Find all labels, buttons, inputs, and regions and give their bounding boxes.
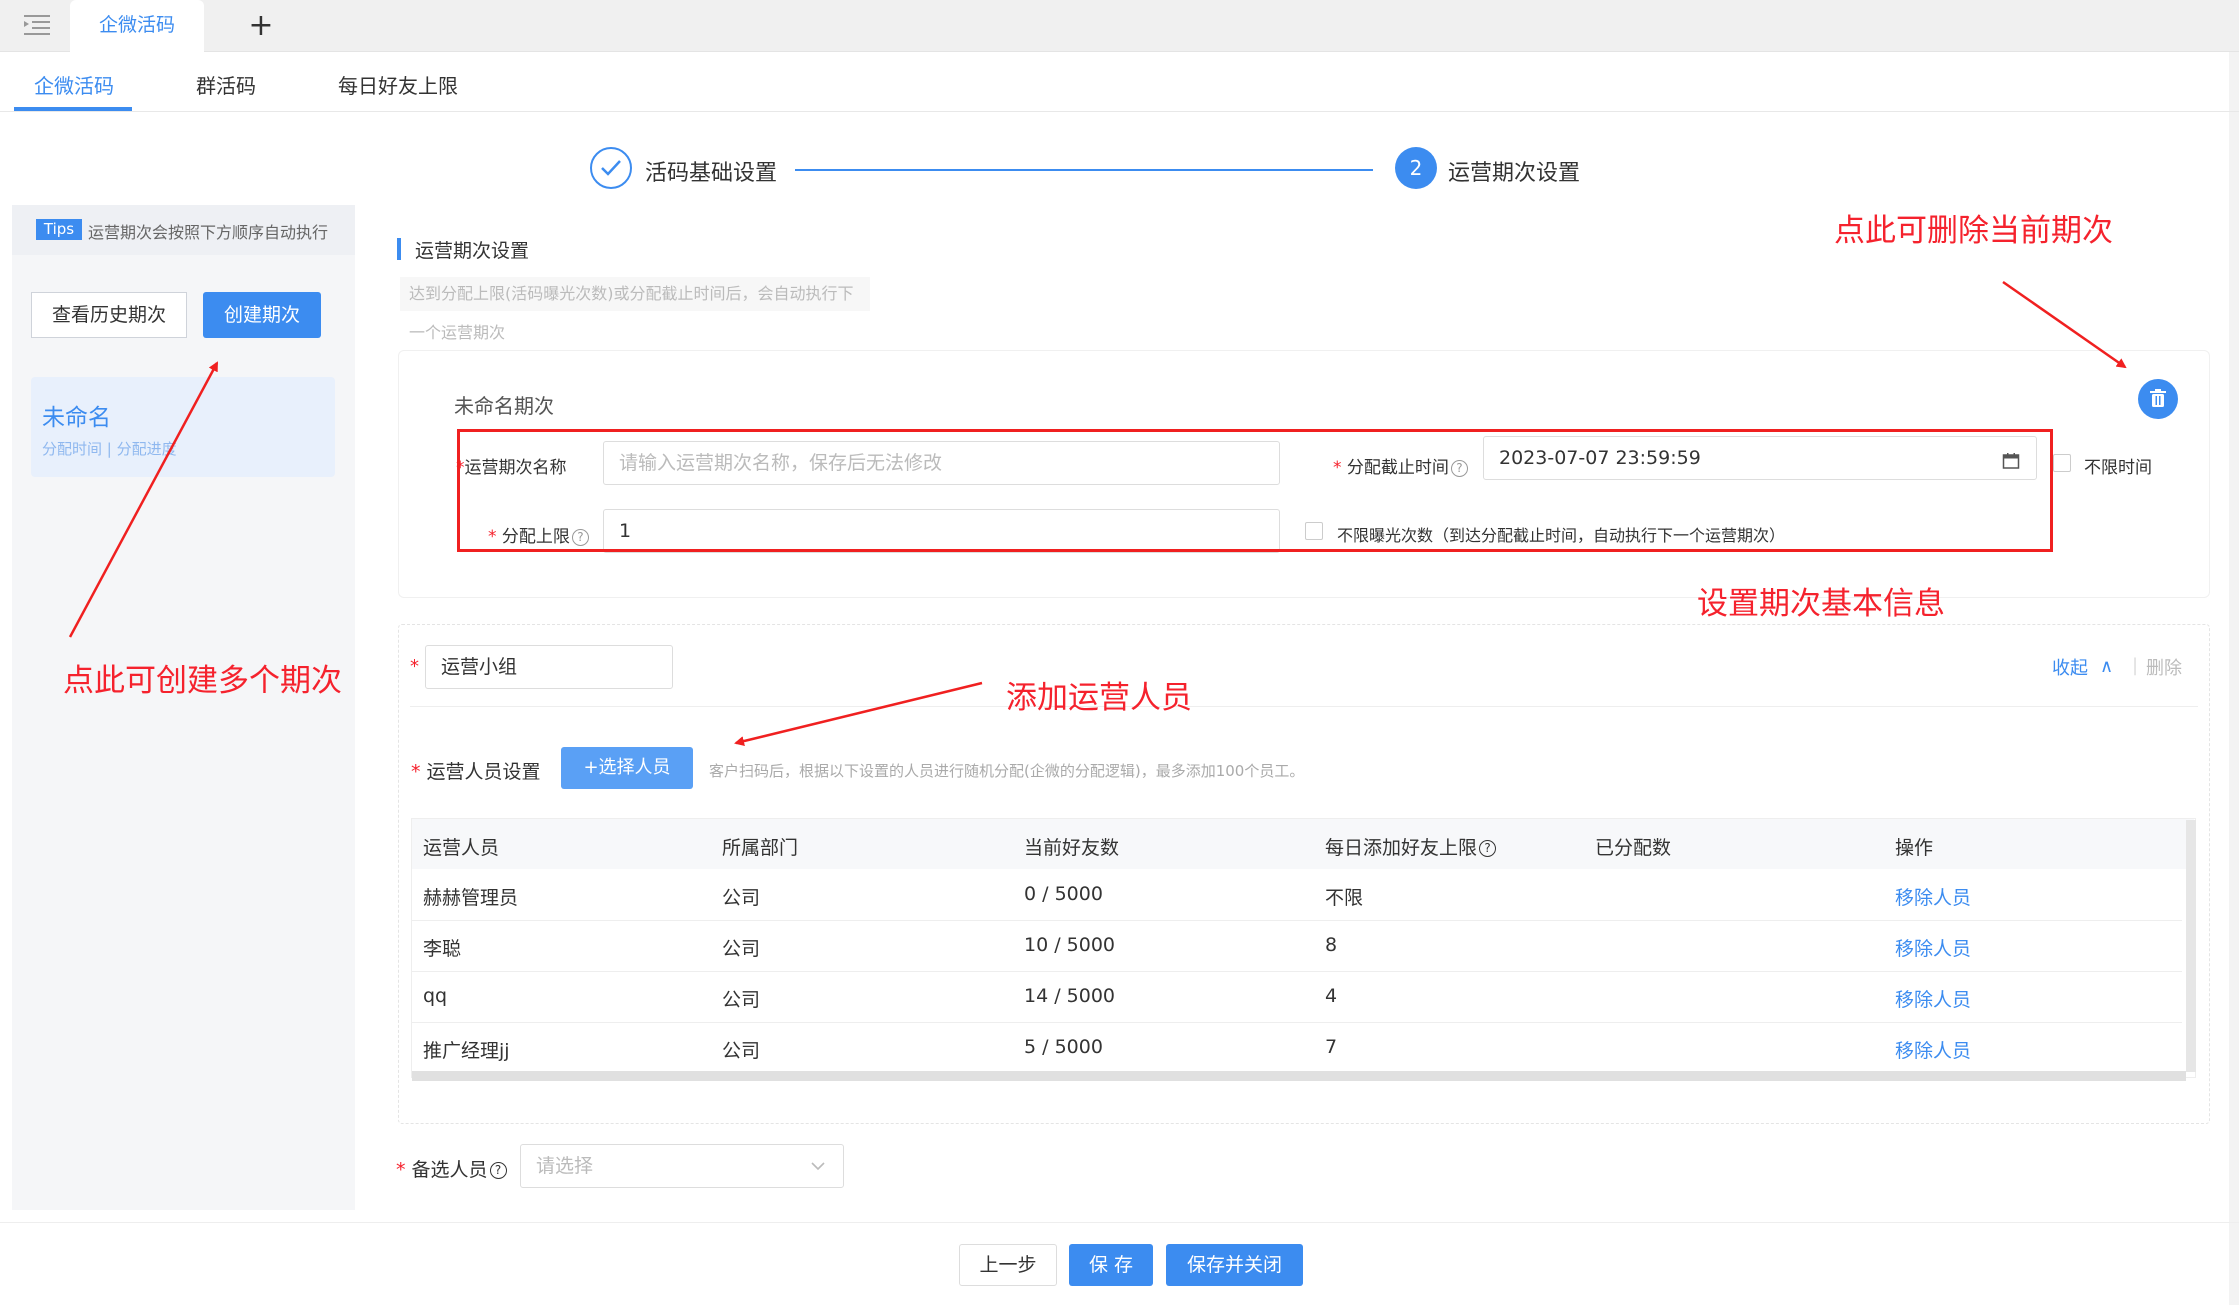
remove-operator-link[interactable]: 移除人员 (1895, 1036, 1971, 1063)
table-cell-operator: qq (423, 985, 448, 1007)
table-cell-operator: 推广经理jj (423, 1040, 510, 1062)
tips-badge: Tips (36, 219, 82, 240)
table-cell-friends: 14 / 5000 (1024, 985, 1116, 1007)
delete-period-button[interactable] (2138, 379, 2178, 419)
table-vertical-scrollbar[interactable] (2186, 820, 2196, 1072)
active-tab-indicator (14, 107, 132, 111)
required-mark: * (396, 1159, 406, 1181)
tips-text: 运营期次会按照下方顺序自动执行 (88, 223, 329, 242)
row-divider (412, 1022, 2182, 1023)
operators-label-text: 运营人员设置 (426, 761, 541, 783)
window-tab-active[interactable]: 企微活码 (70, 0, 204, 53)
column-header-department: 所属部门 (722, 837, 799, 859)
operators-label: * 运营人员设置 (411, 757, 541, 784)
group-name-input[interactable]: 运营小组 (425, 645, 673, 689)
previous-step-button[interactable]: 上一步 (959, 1244, 1057, 1286)
step-connector (795, 169, 1373, 171)
menu-collapse-icon[interactable] (22, 12, 52, 38)
table-cell-daily-limit: 不限 (1325, 887, 1364, 909)
no-time-limit-label: 不限时间 (2084, 458, 2152, 478)
column-header-action: 操作 (1895, 837, 1934, 859)
save-and-close-button[interactable]: 保存并关闭 (1166, 1244, 1303, 1286)
annotation-add-operators: 添加运营人员 (1006, 680, 1192, 716)
save-button[interactable]: 保 存 (1069, 1244, 1153, 1286)
operators-hint: 客户扫码后，根据以下设置的人员进行随机分配(企微的分配逻辑)，最多添加100个员… (709, 762, 1305, 780)
no-time-limit-checkbox[interactable] (2053, 454, 2071, 472)
chevron-down-icon[interactable] (810, 1158, 826, 1174)
section-note: 达到分配上限(活码曝光次数)或分配截止时间后，会自动执行下 (400, 277, 870, 311)
footer-divider (0, 1222, 2239, 1223)
step1-done-indicator (590, 147, 632, 189)
step2-label: 运营期次设置 (1448, 161, 1581, 186)
table-cell-daily-limit: 8 (1325, 934, 1338, 956)
table-horizontal-scrollbar[interactable] (412, 1071, 2186, 1081)
column-header-friends: 当前好友数 (1024, 837, 1120, 859)
column-header-operator: 运营人员 (423, 837, 500, 859)
period-list-panel (12, 205, 355, 1210)
row-divider (412, 971, 2182, 972)
remove-operator-link[interactable]: 移除人员 (1895, 883, 1971, 910)
table-cell-department: 公司 (722, 938, 761, 960)
check-icon (601, 160, 621, 176)
tab-daily-friend-limit[interactable]: 每日好友上限 (338, 70, 458, 99)
create-period-button[interactable]: 创建期次 (203, 292, 321, 338)
collapse-link[interactable]: 收起 (2052, 654, 2088, 680)
window-tab-bar (0, 0, 2239, 52)
backup-label-text: 备选人员 (411, 1159, 488, 1181)
row-divider (412, 920, 2182, 921)
remove-operator-link[interactable]: 移除人员 (1895, 934, 1971, 961)
trash-icon (2150, 389, 2166, 407)
period-card-meta: 分配时间 | 分配进度 (42, 440, 177, 458)
table-cell-friends: 5 / 5000 (1024, 1036, 1103, 1058)
annotation-basic-info: 设置期次基本信息 (1697, 586, 1945, 622)
delete-group-link[interactable]: 删除 (2146, 654, 2182, 680)
section-note-continued: 一个运营期次 (409, 323, 506, 342)
tab-enterprise-code[interactable]: 企微活码 (34, 70, 114, 99)
add-tab-button[interactable]: + (244, 8, 278, 44)
required-mark: * (410, 656, 419, 677)
table-cell-department: 公司 (722, 1040, 761, 1062)
table-cell-operator: 李聪 (423, 938, 462, 960)
tab-group-code[interactable]: 群活码 (196, 70, 256, 99)
period-name: 未命名期次 (454, 394, 554, 418)
column-header-assigned: 已分配数 (1595, 837, 1672, 859)
table-cell-daily-limit: 4 (1325, 985, 1338, 1007)
required-mark: * (411, 761, 421, 783)
table-cell-department: 公司 (722, 887, 761, 909)
step2-indicator: 2 (1395, 147, 1437, 189)
annotation-highlight-box (457, 429, 2053, 552)
help-icon[interactable]: ? (489, 1162, 507, 1179)
table-cell-department: 公司 (722, 989, 761, 1011)
step1-label: 活码基础设置 (645, 161, 778, 186)
table-cell-operator: 赫赫管理员 (423, 887, 519, 909)
table-cell-daily-limit: 7 (1325, 1036, 1338, 1058)
view-history-periods-button[interactable]: 查看历史期次 (31, 292, 187, 338)
select-operators-button[interactable]: +选择人员 (561, 747, 693, 789)
backup-operators-label: * 备选人员? (396, 1155, 507, 1182)
page-scrollbar[interactable] (2229, 52, 2239, 1305)
annotation-create-periods: 点此可创建多个期次 (63, 663, 342, 699)
section-title: 运营期次设置 (415, 240, 530, 262)
divider (410, 706, 2198, 707)
subtab-bar: 企微活码 群活码 每日好友上限 (0, 52, 2239, 112)
table-cell-friends: 0 / 5000 (1024, 883, 1103, 905)
link-separator: | (2132, 655, 2139, 676)
section-accent-bar (397, 238, 401, 260)
column-header-daily-limit: 每日添加好友上限? (1325, 833, 1497, 860)
help-icon[interactable]: ? (1479, 840, 1497, 857)
remove-operator-link[interactable]: 移除人员 (1895, 985, 1971, 1012)
period-card-title: 未命名 (42, 405, 111, 431)
table-cell-friends: 10 / 5000 (1024, 934, 1116, 956)
backup-operators-select[interactable]: 请选择 (520, 1144, 844, 1188)
chevron-up-icon[interactable]: ∧ (2100, 656, 2113, 677)
annotation-delete-period: 点此可删除当前期次 (1834, 213, 2113, 249)
daily-limit-header-text: 每日添加好友上限 (1325, 837, 1478, 859)
